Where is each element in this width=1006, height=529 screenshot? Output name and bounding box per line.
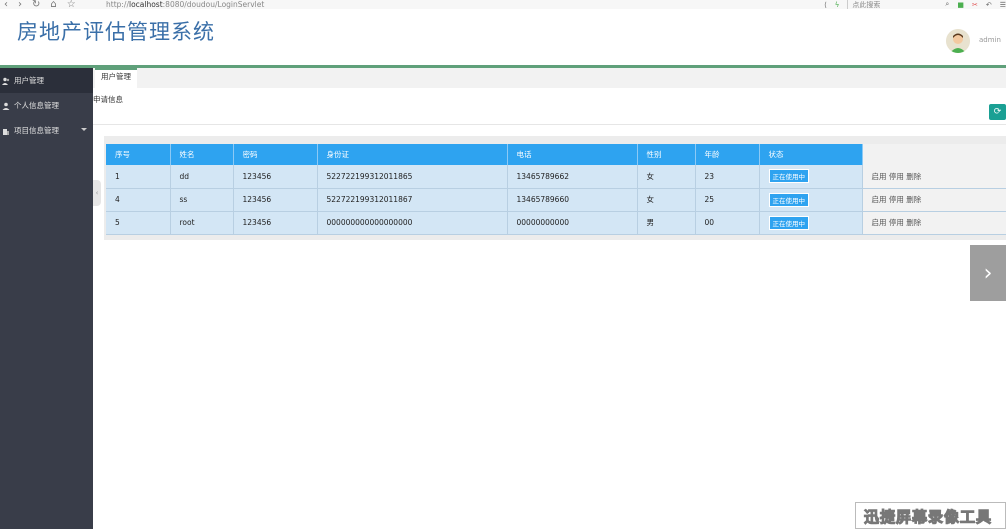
url-path: :8080/doudou/LoginServlet: [162, 0, 265, 9]
column-header-password: 密码: [233, 144, 318, 165]
row-actions[interactable]: 启用 停用 删除: [862, 165, 1006, 189]
cell-id: 5: [106, 211, 171, 235]
chevron-left-icon: ‹: [95, 189, 99, 197]
cell-password: 123456: [233, 211, 318, 235]
users-icon: [2, 77, 10, 85]
column-header-name: 姓名: [170, 144, 234, 165]
cell-age: 23: [695, 165, 760, 189]
status-badge: 正在使用中: [768, 169, 809, 184]
table-row: 4 ss 123456 522722199312011867 134657896…: [106, 188, 1006, 212]
sidebar: 用户管理 个人信息管理 项目信息管理: [0, 68, 93, 529]
browser-nav: ‹ › ↻ ⌂ ☆: [0, 0, 100, 9]
refresh-button[interactable]: ⟳: [989, 104, 1006, 120]
sidebar-item-label: 用户管理: [14, 76, 44, 85]
table-header-row: 序号 姓名 密码 身份证 电话 性别 年龄 状态: [106, 144, 1006, 165]
back-icon[interactable]: ‹: [4, 0, 8, 9]
cell-idcard: 522722199312011867: [317, 188, 508, 212]
cell-idcard: 522722199312011865: [317, 165, 508, 189]
chevron-down-icon: [81, 128, 87, 131]
browser-search-input[interactable]: 点此搜索: [847, 0, 937, 9]
row-actions[interactable]: 启用 停用 删除: [862, 188, 1006, 212]
sidebar-item-user-management[interactable]: 用户管理: [0, 68, 93, 93]
cell-status: 正在使用中: [759, 188, 863, 212]
cell-phone: 00000000000: [507, 211, 638, 235]
share-icon[interactable]: ⟨: [824, 1, 827, 9]
tab-user-management[interactable]: 用户管理: [95, 68, 137, 88]
user-icon: [2, 102, 10, 110]
tab-bar: 用户管理: [93, 68, 1006, 88]
cell-phone: 13465789660: [507, 188, 638, 212]
table-container: 序号 姓名 密码 身份证 电话 性别 年龄 状态 1 dd 123456 522…: [104, 136, 1006, 240]
browser-toolbar: ‹ › ↻ ⌂ ☆ http://localhost:8080/doudou/L…: [0, 0, 1006, 9]
column-header-phone: 电话: [507, 144, 638, 165]
cell-gender: 女: [637, 188, 696, 212]
table-row: 1 dd 123456 522722199312011865 134657896…: [106, 165, 1006, 189]
undo-icon[interactable]: ↶: [986, 1, 992, 9]
column-header-status: 状态: [759, 144, 863, 165]
sidebar-item-project-info[interactable]: 项目信息管理: [0, 118, 93, 143]
menu-icon[interactable]: ☰: [1000, 1, 1006, 9]
cell-age: 00: [695, 211, 760, 235]
building-icon: [3, 128, 9, 135]
cell-status: 正在使用中: [759, 165, 863, 189]
cell-idcard: 000000000000000000: [317, 211, 508, 235]
chevron-right-icon: ›: [983, 260, 993, 286]
extension-icon[interactable]: ■: [957, 1, 964, 9]
status-badge: 正在使用中: [768, 215, 809, 230]
column-header-id: 序号: [106, 144, 171, 165]
section-title: 申请信息: [93, 95, 123, 104]
row-actions[interactable]: 启用 停用 删除: [862, 211, 1006, 235]
address-bar[interactable]: http://localhost:8080/doudou/LoginServle…: [106, 0, 264, 9]
sidebar-collapse-button[interactable]: ‹: [93, 180, 101, 206]
cell-name: root: [170, 211, 234, 235]
cell-id: 4: [106, 188, 171, 212]
table-row: 5 root 123456 000000000000000000 0000000…: [106, 211, 1006, 235]
url-prefix: http://: [106, 0, 129, 9]
column-header-idcard: 身份证: [317, 144, 508, 165]
cell-gender: 男: [637, 211, 696, 235]
url-host: localhost: [128, 0, 163, 9]
column-header-gender: 性别: [637, 144, 696, 165]
scissors-icon[interactable]: ✂: [972, 1, 978, 9]
sidebar-item-label: 项目信息管理: [14, 126, 59, 135]
app-title: 房地产评估管理系统: [17, 20, 215, 44]
cell-id: 1: [106, 165, 171, 189]
user-name[interactable]: admin: [979, 36, 1001, 44]
column-header-age: 年龄: [695, 144, 760, 165]
refresh-icon: ⟳: [993, 107, 1002, 117]
status-badge: 正在使用中: [768, 192, 809, 207]
cell-phone: 13465789662: [507, 165, 638, 189]
app-header: 房地产评估管理系统 admin: [0, 9, 1006, 65]
cell-name: dd: [170, 165, 234, 189]
cell-password: 123456: [233, 165, 318, 189]
forward-icon[interactable]: ›: [18, 0, 22, 9]
cell-gender: 女: [637, 165, 696, 189]
reload-icon[interactable]: ↻: [32, 0, 40, 9]
cell-status: 正在使用中: [759, 211, 863, 235]
column-header-actions: [862, 144, 1006, 165]
next-page-button[interactable]: ›: [970, 245, 1006, 301]
user-avatar[interactable]: [946, 29, 970, 53]
lightning-icon[interactable]: ϟ: [835, 1, 840, 9]
home-icon[interactable]: ⌂: [50, 0, 56, 9]
browser-right-tools: ⟨ ϟ 点此搜索 ⌕ ■ ✂ ↶ ☰: [824, 0, 1006, 9]
user-table: 序号 姓名 密码 身份证 电话 性别 年龄 状态 1 dd 123456 522…: [106, 144, 1006, 235]
sidebar-item-label: 个人信息管理: [14, 101, 59, 110]
divider: [93, 124, 1006, 125]
cell-age: 25: [695, 188, 760, 212]
screen-recorder-watermark: 迅捷屏幕录像工具: [855, 502, 1006, 529]
sidebar-item-personal-info[interactable]: 个人信息管理: [0, 93, 93, 118]
search-icon[interactable]: ⌕: [945, 0, 949, 9]
cell-name: ss: [170, 188, 234, 212]
avatar-icon: [946, 29, 970, 53]
cell-password: 123456: [233, 188, 318, 212]
bookmark-star-icon[interactable]: ☆: [67, 0, 76, 9]
